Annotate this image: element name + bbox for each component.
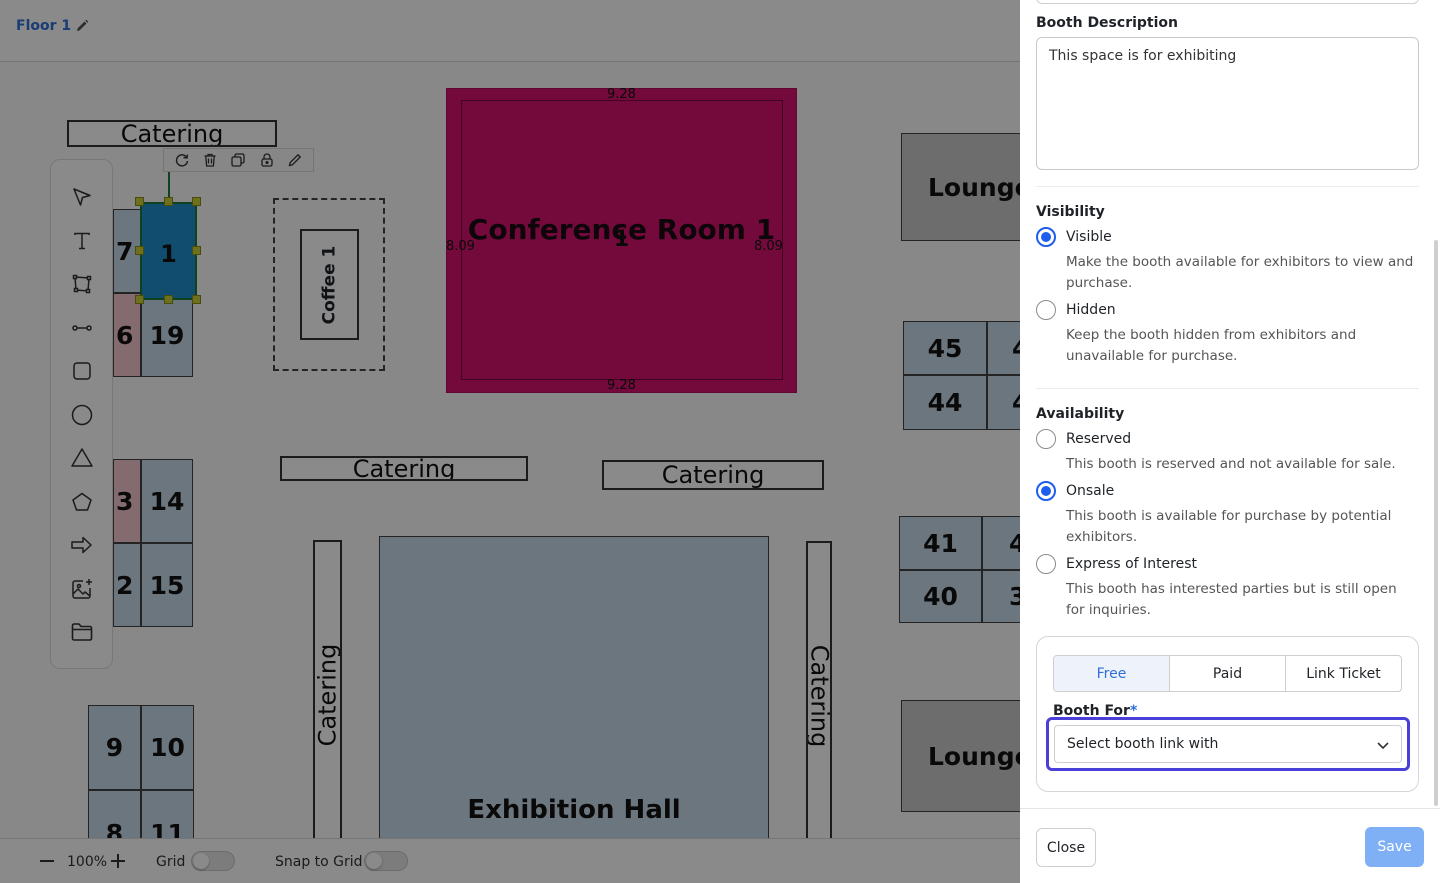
visibility-visible-desc: Make the booth available for exhibitors … <box>1066 254 1414 291</box>
previous-field[interactable] <box>1036 0 1419 4</box>
tab-paid[interactable]: Paid <box>1170 656 1286 691</box>
visibility-hidden-desc: Keep the booth hidden from exhibitors an… <box>1066 327 1357 364</box>
pricing-card: Free Paid Link Ticket Booth For* Select … <box>1036 636 1419 792</box>
availability-reserved-radio[interactable] <box>1036 429 1056 449</box>
tab-free[interactable]: Free <box>1054 656 1170 691</box>
availability-label: Availability <box>1036 406 1125 422</box>
availability-interest-label[interactable]: Express of Interest <box>1066 556 1197 572</box>
availability-reserved-label[interactable]: Reserved <box>1066 431 1131 447</box>
modal-backdrop[interactable] <box>0 0 1020 883</box>
visibility-hidden-radio[interactable] <box>1036 300 1056 320</box>
chevron-down-icon <box>1375 737 1391 753</box>
booth-for-select-value: Select booth link with <box>1067 736 1219 752</box>
availability-interest-radio[interactable] <box>1036 554 1056 574</box>
visibility-visible-label[interactable]: Visible <box>1066 229 1112 245</box>
booth-description-textarea[interactable]: This space is for exhibiting <box>1036 37 1419 170</box>
drawer-scrollbar[interactable] <box>1434 240 1438 806</box>
booth-settings-drawer: Booth Description This space is for exhi… <box>1020 0 1440 883</box>
availability-interest-desc: This booth has interested parties but is… <box>1066 581 1397 618</box>
visibility-label: Visibility <box>1036 204 1105 220</box>
tab-link-ticket[interactable]: Link Ticket <box>1286 656 1401 691</box>
divider <box>1036 186 1419 187</box>
pricing-tabs: Free Paid Link Ticket <box>1053 655 1402 692</box>
booth-for-focus-ring: Select booth link with <box>1046 717 1410 771</box>
availability-onsale-label[interactable]: Onsale <box>1066 483 1114 499</box>
availability-onsale-desc: This booth is available for purchase by … <box>1066 508 1392 545</box>
availability-onsale-radio[interactable] <box>1036 481 1056 501</box>
availability-reserved-desc: This booth is reserved and not available… <box>1066 456 1396 472</box>
drawer-footer: Close Save <box>1020 808 1440 883</box>
visibility-visible-radio[interactable] <box>1036 227 1056 247</box>
visibility-hidden-label[interactable]: Hidden <box>1066 302 1116 318</box>
save-button[interactable]: Save <box>1365 827 1424 867</box>
booth-for-select[interactable]: Select booth link with <box>1054 725 1402 763</box>
floor-plan-canvas[interactable]: Floor 1 Catering Catering Catering Cater… <box>0 0 1020 883</box>
booth-description-label: Booth Description <box>1036 15 1178 31</box>
booth-description-value: This space is for exhibiting <box>1049 48 1237 64</box>
divider <box>1036 388 1419 389</box>
close-button[interactable]: Close <box>1036 828 1096 867</box>
drawer-body: Booth Description This space is for exhi… <box>1020 0 1440 808</box>
